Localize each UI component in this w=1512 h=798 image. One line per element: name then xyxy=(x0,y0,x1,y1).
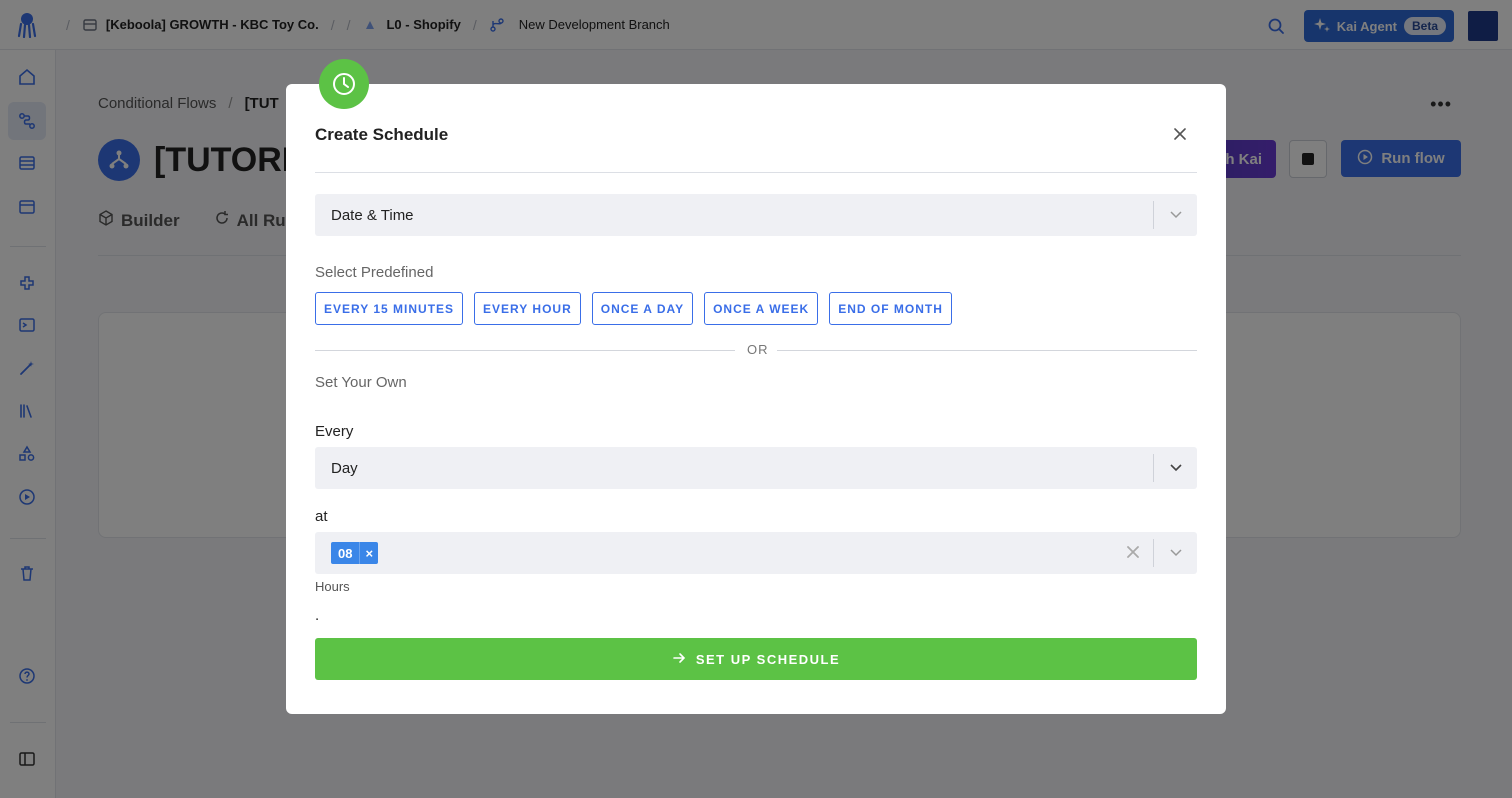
remove-tag-icon[interactable]: × xyxy=(359,542,378,564)
every-select[interactable]: Day xyxy=(315,447,1197,489)
create-schedule-modal: Create Schedule Date & Time Select Prede… xyxy=(286,84,1226,714)
arrow-right-icon xyxy=(672,651,686,668)
clock-icon xyxy=(319,59,369,109)
set-your-own-label: Set Your Own xyxy=(315,374,407,391)
select-separator xyxy=(1153,539,1154,567)
or-line-right xyxy=(777,350,1197,351)
hour-tag-value: 08 xyxy=(338,545,353,561)
modal-title: Create Schedule xyxy=(315,125,449,144)
schedule-type-select[interactable]: Date & Time xyxy=(315,194,1197,236)
hours-multiselect[interactable]: 08 × xyxy=(315,532,1197,574)
or-divider: OR xyxy=(315,341,1197,359)
schedule-type-value: Date & Time xyxy=(331,206,414,224)
modal-divider xyxy=(315,172,1197,173)
at-label: at xyxy=(315,508,328,525)
close-icon[interactable] xyxy=(1170,124,1190,144)
or-text: OR xyxy=(747,342,769,357)
preset-once-a-week[interactable]: ONCE A WEEK xyxy=(704,292,819,325)
every-label: Every xyxy=(315,423,354,440)
preset-buttons: EVERY 15 MINUTES EVERY HOUR ONCE A DAY O… xyxy=(315,292,952,325)
schedule-summary-text: . xyxy=(315,607,320,624)
select-predefined-label: Select Predefined xyxy=(315,264,434,281)
chevron-down-icon[interactable] xyxy=(1167,544,1185,562)
select-separator xyxy=(1153,454,1154,482)
every-value: Day xyxy=(331,459,358,477)
hour-tag: 08 × xyxy=(331,542,379,564)
set-up-schedule-button[interactable]: SET UP SCHEDULE xyxy=(315,638,1197,680)
clear-icon[interactable] xyxy=(1124,543,1142,561)
preset-once-a-day[interactable]: ONCE A DAY xyxy=(591,292,694,325)
preset-every-hour[interactable]: EVERY HOUR xyxy=(474,292,581,325)
preset-every-15-minutes[interactable]: EVERY 15 MINUTES xyxy=(315,292,464,325)
chevron-down-icon[interactable] xyxy=(1167,206,1185,224)
preset-end-of-month[interactable]: END OF MONTH xyxy=(829,292,952,325)
set-up-schedule-label: SET UP SCHEDULE xyxy=(695,651,841,667)
chevron-down-icon[interactable] xyxy=(1167,459,1185,477)
select-separator xyxy=(1153,201,1154,229)
or-line-left xyxy=(315,350,735,351)
hours-hint: Hours xyxy=(315,579,350,594)
